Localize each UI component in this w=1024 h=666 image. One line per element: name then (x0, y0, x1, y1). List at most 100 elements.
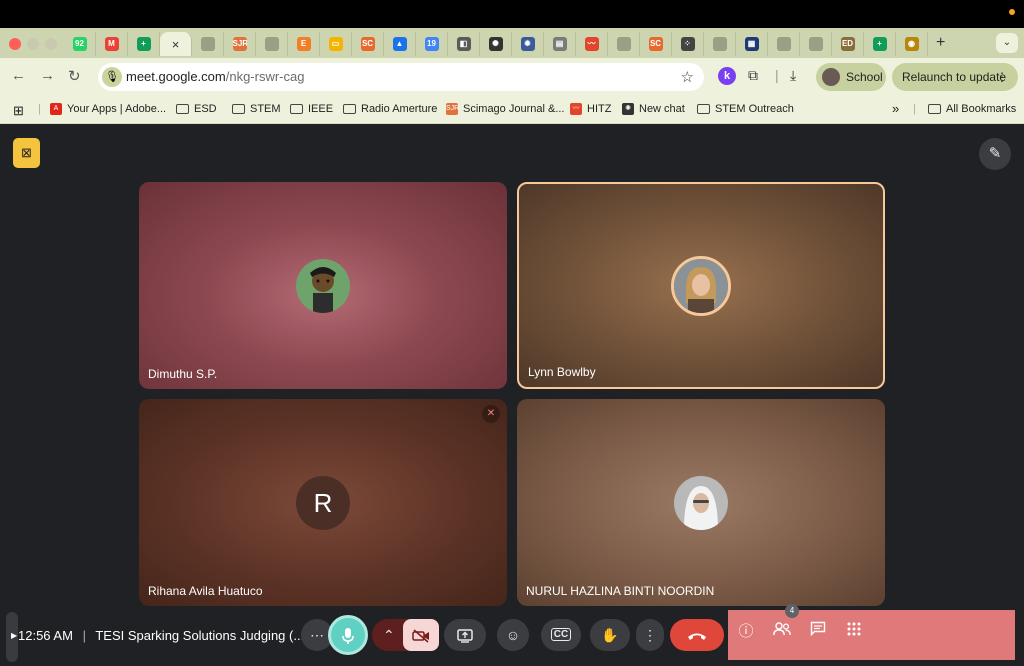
extension-k-icon[interactable]: k (718, 67, 736, 85)
camera-off-badge-icon[interactable]: ⊠ (13, 138, 40, 168)
microphone-button[interactable] (328, 615, 368, 655)
people-icon[interactable] (770, 620, 794, 644)
participant-tile[interactable]: Lynn Bowlby (517, 182, 885, 389)
present-screen-button[interactable] (444, 619, 486, 651)
side-panel-controls: ⓘ 4 (728, 604, 1015, 660)
url-text: meet.google.com/nkg-rswr-cag (126, 69, 304, 84)
activities-grid-icon[interactable] (842, 620, 866, 644)
browser-tab[interactable]: ▤ (544, 32, 576, 56)
browser-tab[interactable]: ▲ (384, 32, 416, 56)
browser-tab[interactable] (768, 32, 800, 56)
toolbar-divider: | (775, 67, 779, 83)
browser-tab[interactable]: ◧ (448, 32, 480, 56)
tab-search-button[interactable]: ⌄ (996, 33, 1018, 53)
bookmarks-divider: | (913, 103, 916, 115)
folder-icon (232, 104, 245, 114)
meeting-details-info-icon[interactable]: ⓘ (734, 620, 758, 644)
browser-tab[interactable] (704, 32, 736, 56)
more-options-button[interactable]: ⋮ (636, 619, 664, 651)
bookmark-label: New chat (639, 103, 685, 115)
browser-chrome: 92 M + × SJR E ▭ SC ▲ 19 ◧ ✺ ✹ ▤ 〰 SC ⁘ ▦ ED + ◉ + ⌄ ← → ↻ 🎙… (0, 28, 1024, 124)
more-bookmarks-icon[interactable]: » (892, 101, 899, 116)
captions-button[interactable]: CC (541, 619, 581, 651)
hitz-icon: 〰 (570, 103, 582, 115)
meeting-details: 12:56 AM | TESI Sparking Solutions Judgi… (18, 628, 304, 643)
address-bar[interactable]: 🎙 meet.google.com/nkg-rswr-cag ☆ (98, 63, 704, 91)
participant-avatar-letter: R (296, 475, 350, 530)
browser-tab[interactable]: 〰 (576, 32, 608, 56)
bookmark-item[interactable]: STEM (232, 103, 281, 115)
raise-hand-button[interactable]: ✋ (590, 619, 630, 651)
bookmark-item[interactable]: ESD (176, 103, 217, 115)
apps-grid-icon[interactable]: ⊞ (13, 103, 24, 119)
browser-tab[interactable] (608, 32, 640, 56)
visual-effects-icon[interactable]: ✎ (979, 138, 1011, 170)
elsevier-icon: E (296, 37, 311, 51)
camera-off-icon (412, 629, 429, 643)
profile-button[interactable]: School (816, 63, 886, 91)
forward-icon[interactable]: → (40, 67, 55, 84)
participant-tile[interactable]: Dimuthu S.P. (139, 182, 507, 389)
browser-tab[interactable] (192, 32, 224, 56)
window-zoom-button[interactable] (45, 38, 57, 50)
all-bookmarks-button[interactable]: All Bookmarks (928, 103, 1016, 115)
browser-tab[interactable]: E (288, 32, 320, 56)
browser-tab[interactable] (800, 32, 832, 56)
bookmark-star-icon[interactable]: ☆ (681, 68, 694, 86)
bookmark-item[interactable]: IEEE (290, 103, 333, 115)
bookmark-item[interactable]: A Your Apps | Adobe... (50, 103, 166, 115)
browser-tab[interactable]: ⁘ (672, 32, 704, 56)
browser-tab[interactable]: 92 (64, 32, 96, 56)
bookmark-item[interactable]: SJR Scimago Journal &... (446, 103, 565, 115)
extensions-puzzle-icon[interactable]: ⧉ (748, 67, 758, 84)
browser-tab[interactable]: × (160, 32, 192, 56)
sjr-icon: SJR (446, 103, 459, 115)
reactions-button[interactable]: ☺ (497, 619, 529, 651)
download-icon[interactable]: ⤓ (790, 67, 796, 84)
reload-icon[interactable]: ↻ (68, 67, 81, 85)
gear-icon: ✹ (520, 37, 535, 51)
sheets-icon: + (872, 37, 887, 51)
bookmark-label: Scimago Journal &... (463, 103, 565, 115)
browser-toolbar: ← → ↻ 🎙 meet.google.com/nkg-rswr-cag ☆ k… (0, 58, 1024, 96)
browser-tab[interactable]: ✺ (480, 32, 512, 56)
chat-icon[interactable] (806, 620, 830, 644)
recording-indicator (1009, 9, 1015, 15)
relaunch-button[interactable]: Relaunch to update ⋮ (892, 63, 1018, 91)
window-close-button[interactable] (9, 38, 21, 50)
browser-tab[interactable]: ◉ (896, 32, 928, 56)
kebab-menu-icon[interactable]: ⋮ (996, 63, 1008, 91)
browser-tab[interactable]: M (96, 32, 128, 56)
browser-tab[interactable]: ▦ (736, 32, 768, 56)
browser-tab[interactable]: SJR (224, 32, 256, 56)
folder-icon (697, 104, 710, 114)
expand-arrow-icon[interactable]: ▶ (11, 631, 17, 640)
bookmark-label: Your Apps | Adobe... (67, 103, 167, 115)
browser-tab[interactable]: SC (352, 32, 384, 56)
openai-icon: ✺ (622, 103, 634, 115)
camera-toggle-button[interactable] (403, 619, 439, 651)
bookmark-item[interactable]: 〰 HITZ (570, 103, 611, 115)
participant-tile[interactable]: NURUL HAZLINA BINTI NOORDIN (517, 399, 885, 606)
bookmark-item[interactable]: Radio Amerture (343, 103, 437, 115)
browser-tab[interactable]: + (128, 32, 160, 56)
browser-tab[interactable]: ▭ (320, 32, 352, 56)
browser-tab[interactable]: ✹ (512, 32, 544, 56)
back-icon[interactable]: ← (11, 67, 26, 84)
window-minimize-button[interactable] (27, 38, 39, 50)
gmail-icon: M (104, 37, 119, 51)
blank-icon (776, 37, 791, 51)
browser-tab[interactable]: 19 (416, 32, 448, 56)
bookmark-item[interactable]: STEM Outreach (697, 103, 794, 115)
new-tab-button[interactable]: + (936, 34, 945, 52)
browser-tab[interactable]: SC (640, 32, 672, 56)
browser-tab[interactable]: ED (832, 32, 864, 56)
browser-tab[interactable]: + (864, 32, 896, 56)
microphone-in-use-icon[interactable]: 🎙 (102, 67, 122, 87)
meet-tab-close-icon[interactable]: × (172, 37, 180, 52)
sc-icon: SC (648, 37, 663, 51)
bookmark-item[interactable]: ✺ New chat (622, 103, 685, 115)
browser-tab[interactable] (256, 32, 288, 56)
leave-call-button[interactable] (670, 619, 724, 651)
participant-tile[interactable]: ✕ R Rihana Avila Huatuco (139, 399, 507, 606)
